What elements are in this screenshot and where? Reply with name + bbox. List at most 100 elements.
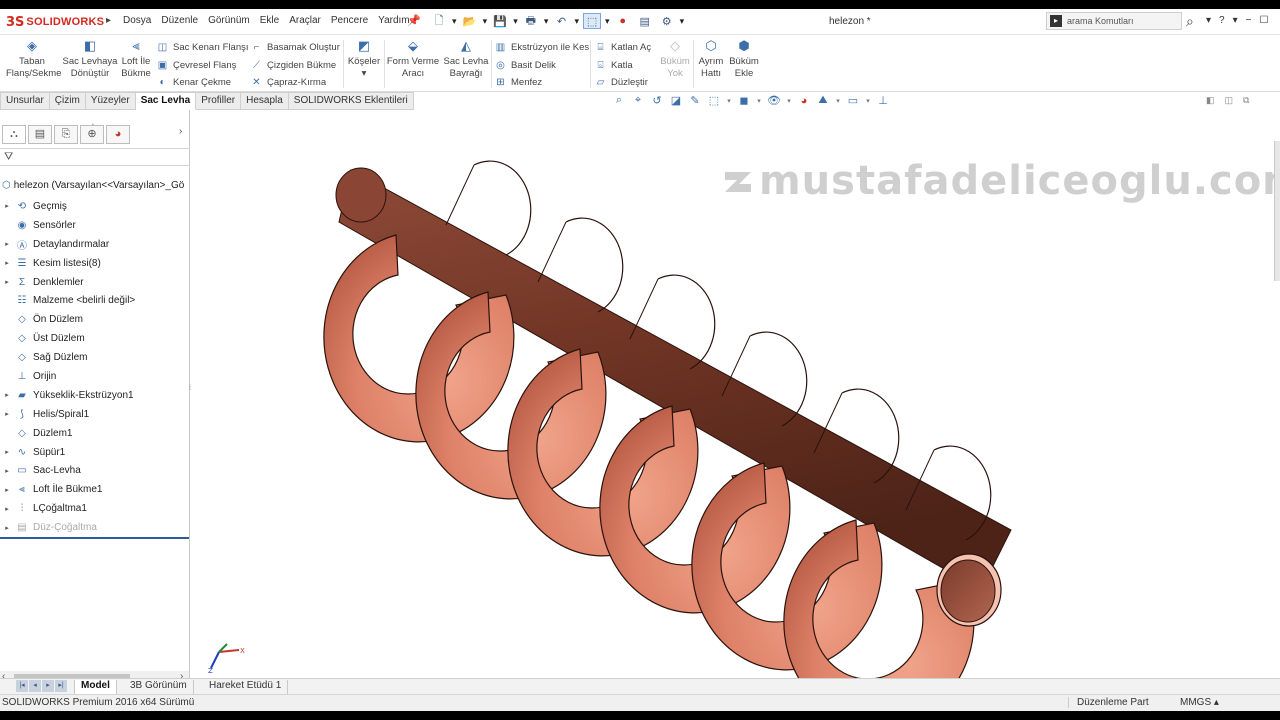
menu-window[interactable]: Pencere (326, 15, 373, 26)
feature-tree-tab-icon[interactable]: ⛬ (2, 125, 26, 144)
menu-file[interactable]: Dosya (118, 15, 156, 26)
prev-tab-icon[interactable]: ◂ (29, 680, 41, 692)
traffic-light-icon[interactable]: ● (614, 13, 632, 29)
unit-system-selector[interactable]: MMGS ▴ (1180, 697, 1219, 708)
dimxpert-tab-icon[interactable]: ⊕ (80, 125, 104, 144)
dropdown-icon[interactable]: ▾ (452, 16, 457, 27)
display-manager-tab-icon[interactable]: ◕ (106, 125, 130, 144)
tab-sheet-metal[interactable]: Sac Levha (135, 92, 197, 110)
expand-arrow-icon[interactable]: ▸ (2, 240, 12, 248)
open-icon[interactable]: 📂 (461, 13, 479, 29)
expand-arrow-icon[interactable]: ▸ (2, 391, 12, 399)
display-style-icon[interactable]: ◼ (737, 94, 751, 107)
print-icon[interactable]: 🖶 (522, 13, 540, 29)
dropdown-icon[interactable]: ▾ (835, 97, 841, 105)
tree-node[interactable]: ◉ Sensörler (0, 216, 190, 235)
tab-weldments[interactable]: Profiller (196, 92, 242, 110)
dropdown-icon[interactable]: ▾ (865, 97, 871, 105)
doc-maximize-icon[interactable]: ⧉ (1243, 95, 1249, 106)
tab-surfaces[interactable]: Yüzeyler (85, 92, 136, 110)
tree-node[interactable]: ◇ Ön Düzlem (0, 310, 190, 329)
save-icon[interactable]: 💾 (491, 13, 509, 29)
property-manager-tab-icon[interactable]: ▤ (28, 125, 52, 144)
options-icon[interactable]: ⚙ (658, 13, 676, 29)
unfold-button[interactable]: ⌸ Katlan Aç (594, 39, 652, 57)
search-dropdown-icon[interactable]: ▾ (1206, 15, 1211, 26)
menu-edit[interactable]: Düzenle (156, 15, 203, 26)
edge-flange-button[interactable]: ◫ Sac Kenarı Flanşı (156, 39, 249, 57)
tree-node[interactable]: ▸ ⫷ Loft İle Bükme1 (0, 480, 190, 499)
menu-insert[interactable]: Ekle (255, 15, 284, 26)
tree-node[interactable]: ▸ ⟲ Geçmiş (0, 197, 190, 216)
dropdown-icon[interactable]: ▾ (513, 16, 518, 27)
jog-button[interactable]: ⌐ Basamak Oluştur (250, 39, 340, 57)
file-properties-icon[interactable]: ▤ (636, 13, 654, 29)
fold-button[interactable]: ⌺ Katla (594, 57, 651, 75)
vent-button[interactable]: ⊞ Menfez (494, 74, 589, 92)
doc-tile-icon[interactable]: ◫ (1225, 95, 1234, 106)
dropdown-icon[interactable]: ▾ (574, 16, 579, 27)
tree-node[interactable]: ▸ Σ Denklemler (0, 273, 190, 292)
hem-button[interactable]: ◐ Kenar Çekme (156, 74, 249, 92)
expand-arrow-icon[interactable]: ▸ (2, 467, 12, 475)
expand-arrow-icon[interactable]: ▸ (2, 448, 12, 456)
tab-model[interactable]: Model (74, 680, 117, 694)
menu-tools[interactable]: Araçlar (284, 15, 326, 26)
forming-tool-button[interactable]: ⬙ Form Verme Aracı (386, 38, 440, 80)
tree-node[interactable]: ⊥ Orijin (0, 367, 190, 386)
tree-node[interactable]: ▸ Ⓐ Detaylandırmalar (0, 235, 190, 254)
minimize-icon[interactable]: − (1246, 15, 1252, 26)
corners-dropdown-icon[interactable]: ▾ (362, 68, 367, 79)
rip-button[interactable]: ⬡ Ayrım Hattı (696, 38, 726, 80)
tab-3d-views[interactable]: 3B Görünüm (124, 680, 194, 694)
tab-evaluate[interactable]: Hesapla (241, 92, 289, 110)
zoom-to-area-icon[interactable]: ⌖ (631, 94, 645, 107)
panel-expand-icon[interactable]: › (179, 126, 182, 137)
extruded-cut-button[interactable]: ▥ Ekstrüzyon ile Kes (494, 39, 589, 57)
view-settings-icon[interactable]: ▭ (846, 94, 860, 107)
first-tab-icon[interactable]: |◂ (16, 680, 28, 692)
graphics-area[interactable]: mustafadeliceoglu.com Z X (191, 110, 1280, 711)
miter-flange-button[interactable]: ▣ Çevresel Flanş (156, 57, 249, 75)
tree-node[interactable]: ◇ Düzlem1 (0, 424, 190, 443)
apply-scene-icon[interactable]: ⛰ (816, 94, 830, 107)
dropdown-icon[interactable]: ▾ (605, 16, 610, 27)
dropdown-icon[interactable]: ▾ (756, 97, 762, 105)
tree-node[interactable]: ◇ Üst Düzlem (0, 329, 190, 348)
task-pane-strip[interactable] (1274, 141, 1280, 281)
dropdown-icon[interactable]: ▾ (786, 97, 792, 105)
menu-expand-icon[interactable]: ▸ (106, 15, 111, 26)
convert-to-sheet-metal-button[interactable]: ◧ Sac Levhaya Dönüştür (62, 38, 118, 80)
lofted-bend-button[interactable]: ⫷ Loft İle Bükme (120, 38, 152, 80)
expand-arrow-icon[interactable]: ▸ (2, 259, 12, 267)
tab-features[interactable]: Unsurlar (0, 92, 50, 110)
undo-icon[interactable]: ↶ (552, 13, 570, 29)
dropdown-icon[interactable]: ▾ (726, 97, 732, 105)
dropdown-icon[interactable]: ▾ (544, 16, 549, 27)
flatten-button[interactable]: ▱ Düzleştir (594, 74, 651, 92)
maximize-icon[interactable]: ☐ (1259, 15, 1268, 26)
tree-node[interactable]: ☷ Malzeme <belirli değil> (0, 291, 190, 310)
dropdown-icon[interactable]: ▾ (680, 16, 685, 27)
tab-motion-study[interactable]: Hareket Etüdü 1 (203, 680, 289, 694)
expand-arrow-icon[interactable]: ▸ (2, 505, 12, 513)
expand-arrow-icon[interactable]: ▸ (2, 202, 12, 210)
tree-node[interactable]: ▸ ▤ Düz-Çoğaltma (0, 518, 190, 537)
cross-break-button[interactable]: ✕ Çapraz-Kırma (250, 74, 340, 92)
expand-arrow-icon[interactable]: ▸ (2, 524, 12, 532)
origin-display-icon[interactable]: ⊥ (876, 94, 890, 107)
select-icon[interactable]: ⬚ (583, 13, 602, 29)
expand-arrow-icon[interactable]: ▸ (2, 410, 12, 418)
dynamic-annotation-icon[interactable]: ✎ (688, 94, 702, 107)
corners-button[interactable]: ◩ Köşeler ▾ (346, 38, 382, 80)
tab-addins[interactable]: SOLIDWORKS Eklentileri (288, 92, 414, 110)
edit-appearance-icon[interactable]: ◕ (797, 95, 811, 107)
tree-node[interactable]: ◇ Sağ Düzlem (0, 348, 190, 367)
rollback-bar[interactable] (0, 537, 189, 539)
section-view-icon[interactable]: ◪ (669, 94, 683, 107)
help-button[interactable]: ? (1219, 15, 1225, 26)
tree-node[interactable]: ▸ ▭ Sac-Levha (0, 461, 190, 480)
doc-restore-icon[interactable]: ◧ (1206, 95, 1215, 106)
tree-node[interactable]: ▸ ▰ Yükseklik-Ekstrüzyon1 (0, 386, 190, 405)
sketched-bend-button[interactable]: ⟋ Çizgiden Bükme (250, 57, 340, 75)
